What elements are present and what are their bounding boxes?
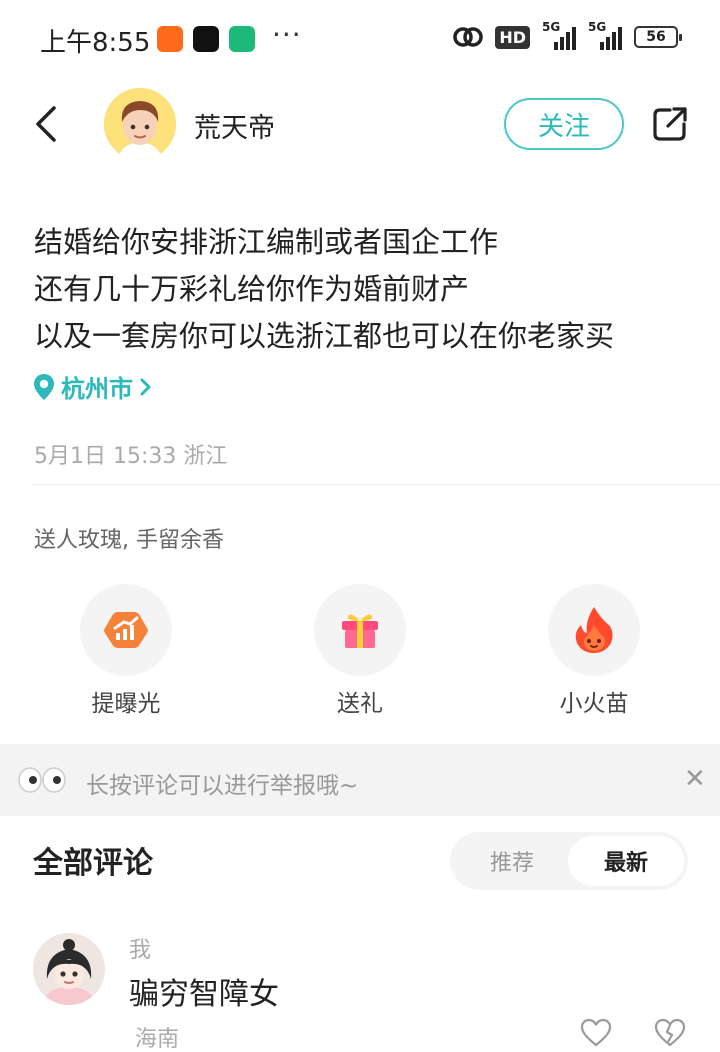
comment-text[interactable]: 骗穷智障女 bbox=[129, 969, 279, 1013]
boost-button[interactable]: 提曝光 bbox=[56, 584, 196, 718]
back-arrow-icon[interactable] bbox=[30, 104, 66, 144]
signal-icon: 5G bbox=[542, 20, 576, 50]
signal-icon-2: 5G bbox=[588, 20, 622, 50]
author-avatar[interactable] bbox=[104, 88, 176, 160]
comment-sort-toggle: 推荐 最新 bbox=[450, 832, 688, 890]
post-text-line: 结婚给你安排浙江编制或者国企工作 bbox=[34, 225, 499, 259]
divider bbox=[32, 484, 720, 485]
location-link[interactable]: 杭州市 bbox=[33, 369, 151, 404]
battery-icon: 56 bbox=[634, 26, 682, 48]
commenter-avatar[interactable] bbox=[33, 933, 105, 1005]
gift-hint: 送人玫瑰, 手留余香 bbox=[34, 528, 224, 553]
comment-author[interactable]: 我 bbox=[129, 932, 151, 964]
mi-store-icon bbox=[157, 26, 183, 52]
tiktok-icon bbox=[193, 26, 219, 52]
hd-badge: HD bbox=[495, 25, 530, 49]
follow-button[interactable]: 关注 bbox=[504, 98, 624, 150]
battery-level: 56 bbox=[646, 29, 666, 45]
comment-location: 海南 bbox=[135, 1027, 180, 1052]
post-text-line: 以及一套房你可以选浙江都也可以在你老家买 bbox=[34, 319, 615, 353]
cartoon-boy-icon bbox=[104, 88, 176, 160]
post-timestamp: 5月1日 15:33 浙江 bbox=[34, 444, 228, 469]
report-tip-bar: 长按评论可以进行举报哦~ ✕ bbox=[0, 744, 720, 816]
report-tip-text: 长按评论可以进行举报哦~ bbox=[86, 773, 359, 799]
shield-app-icon bbox=[229, 26, 255, 52]
sort-recommended-tab[interactable]: 推荐 bbox=[454, 836, 570, 886]
eyes-icon bbox=[18, 767, 66, 793]
comments-title: 全部评论 bbox=[33, 846, 153, 881]
gift-label: 送礼 bbox=[337, 691, 383, 717]
location-pin-icon bbox=[34, 373, 54, 400]
author-name[interactable]: 荒天帝 bbox=[194, 106, 275, 145]
gift-icon bbox=[342, 614, 378, 648]
gift-button[interactable]: 送礼 bbox=[290, 584, 430, 718]
share-icon[interactable] bbox=[650, 104, 690, 144]
link-icon bbox=[453, 27, 484, 47]
location-label: 杭州市 bbox=[61, 375, 133, 403]
status-time: 上午8:55 bbox=[40, 28, 151, 58]
status-bar: 上午8:55 ··· HD 5G 5G 56 bbox=[0, 0, 720, 78]
post-text-line: 还有几十万彩礼给你作为婚前财产 bbox=[34, 272, 470, 306]
boost-icon bbox=[104, 612, 148, 648]
flame-icon bbox=[575, 607, 613, 653]
cartoon-girl-icon bbox=[33, 933, 105, 1005]
sort-latest-tab[interactable]: 最新 bbox=[568, 836, 684, 886]
close-icon[interactable]: ✕ bbox=[684, 764, 706, 794]
heart-icon[interactable] bbox=[580, 1018, 612, 1048]
boost-label: 提曝光 bbox=[91, 691, 161, 717]
more-notifications-icon: ··· bbox=[272, 18, 302, 51]
chevron-right-icon bbox=[140, 378, 151, 395]
broken-heart-icon[interactable] bbox=[654, 1018, 686, 1048]
flame-label: 小火苗 bbox=[559, 691, 629, 717]
flame-button[interactable]: 小火苗 bbox=[524, 584, 664, 718]
status-indicators: HD 5G 5G 56 bbox=[453, 20, 682, 50]
